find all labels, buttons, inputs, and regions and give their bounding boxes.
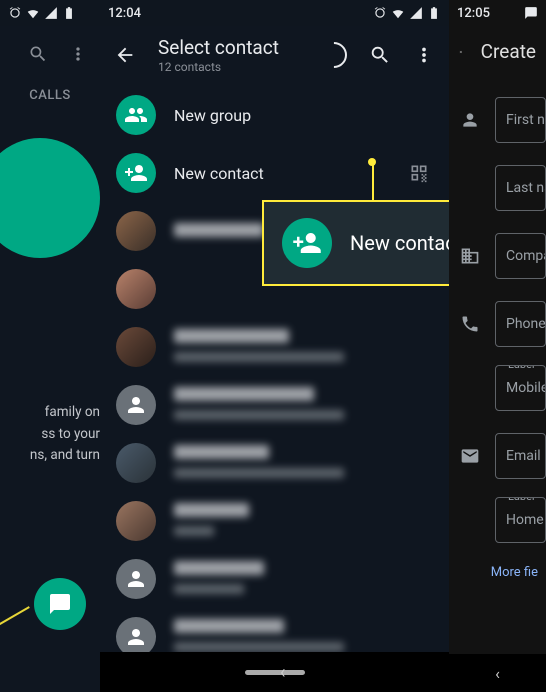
person-icon xyxy=(460,110,480,130)
add-person-icon xyxy=(292,228,322,258)
contact-row[interactable] xyxy=(100,550,449,608)
create-contact-screen: 12:05 Create First na Last na Compa Phon… xyxy=(449,0,546,692)
email-field[interactable]: Email xyxy=(495,433,546,479)
callout-line xyxy=(0,606,30,628)
onboarding-text: family on ss to your ns, and turn xyxy=(0,402,100,467)
phone-label-field[interactable]: Label Mobile xyxy=(495,365,546,411)
loading-spinner xyxy=(316,37,353,74)
clock: 12:04 xyxy=(108,6,141,21)
app-bar: Create xyxy=(449,26,546,77)
battery-icon xyxy=(62,6,76,20)
first-name-field[interactable]: First na xyxy=(495,97,546,143)
group-icon xyxy=(124,103,148,127)
email-icon xyxy=(460,446,480,466)
status-bar: 12:04 xyxy=(100,0,449,26)
contact-form: First na Last na Compa Phone Label Mobil… xyxy=(449,77,546,580)
nav-back[interactable]: ‹ xyxy=(495,664,500,683)
nav-home[interactable] xyxy=(245,670,305,675)
clock: 12:05 xyxy=(457,6,490,21)
top-actions xyxy=(0,26,100,78)
calls-tab[interactable]: CALLS xyxy=(0,78,100,117)
wifi-icon xyxy=(391,6,405,20)
wifi-icon xyxy=(26,6,40,20)
phone-icon xyxy=(460,314,480,334)
avatar xyxy=(116,617,156,657)
close-icon[interactable] xyxy=(459,41,463,63)
avatar xyxy=(116,327,156,367)
avatar xyxy=(116,501,156,541)
avatar xyxy=(116,211,156,251)
alarm-icon xyxy=(8,6,22,20)
contact-row[interactable] xyxy=(100,318,449,376)
phone-field[interactable]: Phone xyxy=(495,301,546,347)
qr-icon[interactable] xyxy=(409,163,429,183)
contact-row[interactable] xyxy=(100,492,449,550)
avatar xyxy=(116,443,156,483)
page-title: Select contact xyxy=(158,36,299,59)
chat-icon xyxy=(48,592,72,616)
last-name-field[interactable]: Last na xyxy=(495,165,546,211)
contact-list: New group New contact xyxy=(100,82,449,692)
add-person-icon xyxy=(124,161,148,185)
avatar xyxy=(116,559,156,599)
avatar xyxy=(116,385,156,425)
message-icon xyxy=(524,6,538,20)
search-icon[interactable] xyxy=(369,44,391,66)
nav-bar: ‹ xyxy=(449,654,546,692)
contact-row[interactable] xyxy=(100,376,449,434)
calls-screen: CALLS family on ss to your ns, and turn xyxy=(0,0,100,692)
back-icon[interactable] xyxy=(114,44,136,66)
status-bar: 12:05 xyxy=(449,0,546,26)
contact-count: 12 contacts xyxy=(158,60,299,74)
avatar xyxy=(116,269,156,309)
more-fields-link[interactable]: More fie xyxy=(459,565,546,580)
status-bar xyxy=(0,0,100,26)
new-contact-row[interactable]: New contact xyxy=(100,144,449,202)
more-icon[interactable] xyxy=(413,44,435,66)
signal-icon xyxy=(409,6,423,20)
company-field[interactable]: Compa xyxy=(495,233,546,279)
alarm-icon xyxy=(373,6,387,20)
email-label-field[interactable]: Label Home xyxy=(495,497,546,543)
company-icon xyxy=(460,246,480,266)
search-icon[interactable] xyxy=(28,44,48,64)
contact-row[interactable] xyxy=(100,434,449,492)
more-icon[interactable] xyxy=(68,44,88,64)
nav-bar: ‹ xyxy=(100,652,449,692)
select-contact-screen: 12:04 Select contact 12 contacts New gro… xyxy=(100,0,449,692)
signal-icon xyxy=(44,6,58,20)
battery-icon xyxy=(427,6,441,20)
nav-back[interactable]: ‹ xyxy=(280,662,285,683)
new-chat-fab[interactable] xyxy=(34,578,86,630)
new-group-row[interactable]: New group xyxy=(100,86,449,144)
new-contact-callout[interactable]: New contact xyxy=(262,200,449,286)
app-bar: Select contact 12 contacts xyxy=(100,26,449,82)
page-title: Create xyxy=(481,40,536,63)
